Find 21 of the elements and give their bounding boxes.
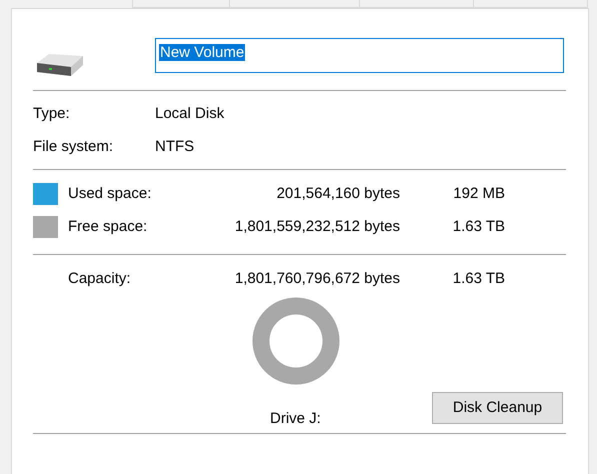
drive-label: Drive J:: [270, 409, 321, 429]
tab[interactable]: [474, 0, 588, 8]
size-value: 192 MB: [453, 184, 505, 202]
space-label: Free space:: [68, 216, 148, 237]
byte-count: 201,564,160 bytes: [276, 184, 400, 202]
field-label: File system:: [33, 136, 114, 157]
tab[interactable]: [132, 0, 230, 8]
drive-icon: [35, 52, 85, 78]
field-value: NTFS: [155, 136, 194, 157]
tab[interactable]: [230, 0, 360, 8]
tab[interactable]: [360, 0, 474, 8]
name-field[interactable]: New Volume: [155, 38, 564, 73]
byte-count: 1,801,559,232,512 bytes: [234, 218, 400, 235]
field-label: Type:: [33, 104, 71, 124]
disk-cleanup-button[interactable]: Disk Cleanup: [432, 392, 563, 424]
space-label: Capacity:: [68, 268, 132, 289]
byte-count: 1,801,760,796,672 bytes: [234, 270, 400, 287]
space-label: Used space:: [68, 184, 152, 204]
field-value: Local Disk: [155, 104, 224, 124]
size-value: 1.63 TB: [452, 218, 505, 235]
size-value: 1.63 TB: [452, 270, 505, 287]
